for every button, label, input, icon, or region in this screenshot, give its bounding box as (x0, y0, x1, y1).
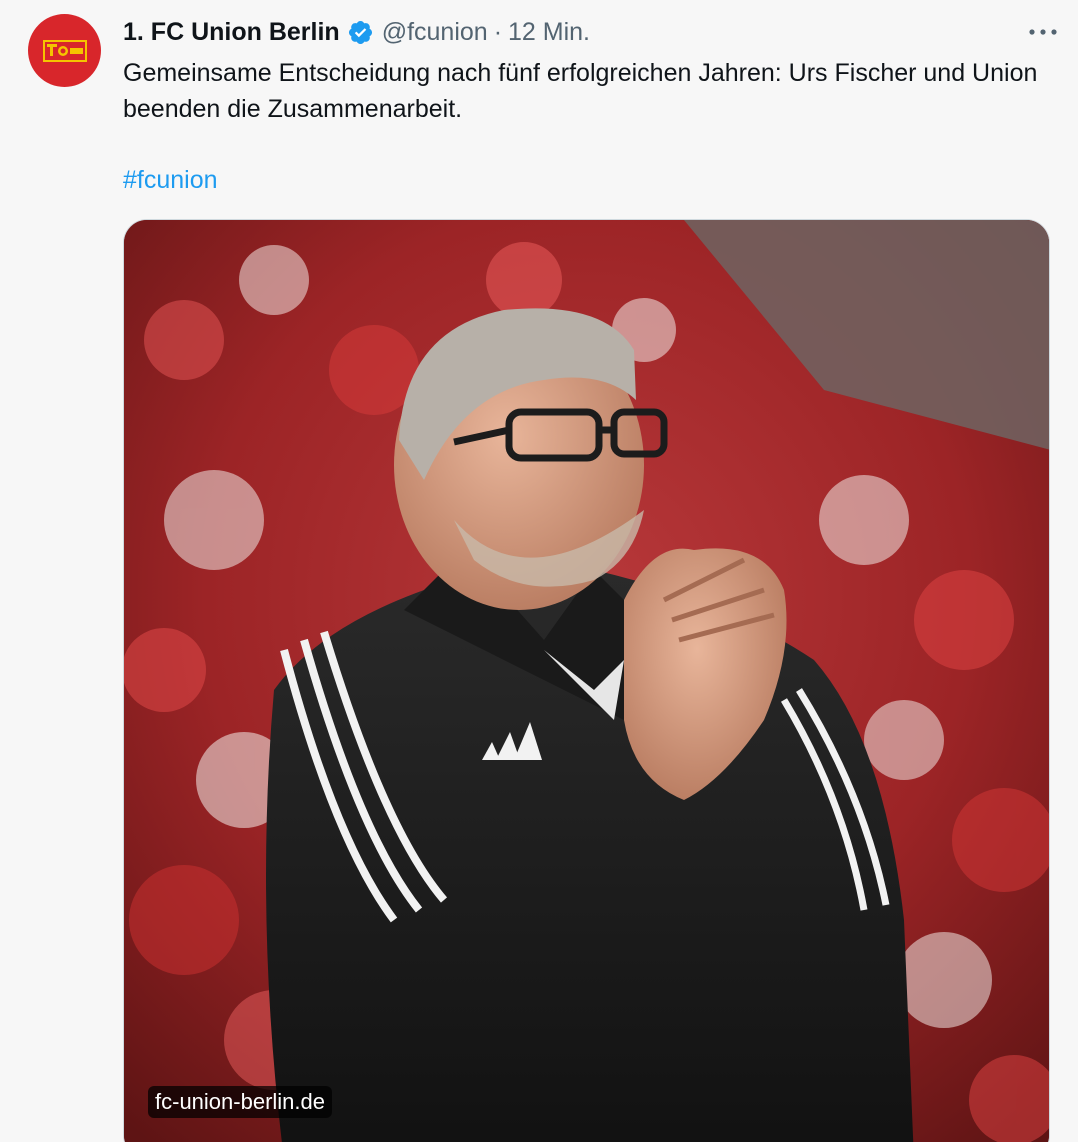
hashtag-link[interactable]: #fcunion (123, 162, 218, 198)
display-name[interactable]: 1. FC Union Berlin (123, 18, 340, 47)
more-options-icon[interactable] (1020, 14, 1066, 50)
tweet-media-image[interactable]: fc-union-berlin.de (123, 219, 1050, 1142)
fc-union-logo-icon (42, 39, 87, 62)
tweet-header: 1. FC Union Berlin @fcunion · 12 Min. (123, 14, 1068, 50)
media-source-label: fc-union-berlin.de (148, 1086, 332, 1118)
tweet-card: 1. FC Union Berlin @fcunion · 12 Min. Ge… (0, 0, 1078, 1142)
timestamp[interactable]: 12 Min. (508, 18, 590, 47)
photo-coach-applauding (124, 220, 1049, 1142)
verified-badge-icon[interactable] (347, 19, 374, 46)
separator-dot: · (493, 17, 503, 46)
tweet-text: Gemeinsame Entscheidung nach fünf erfolg… (123, 59, 1038, 123)
avatar[interactable] (28, 14, 101, 87)
author-handle[interactable]: @fcunion (382, 18, 488, 47)
